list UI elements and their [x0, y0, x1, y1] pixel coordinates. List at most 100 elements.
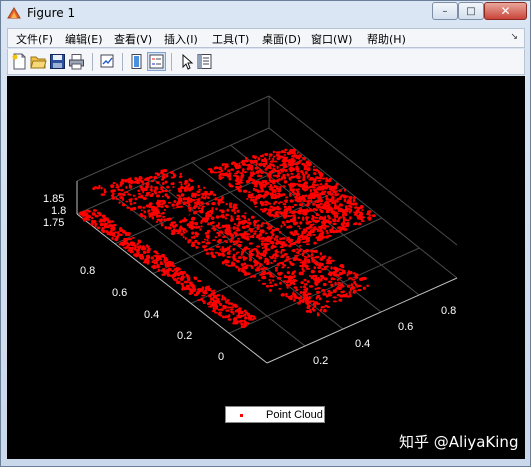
cloud-point	[284, 200, 288, 203]
cloud-point	[221, 164, 225, 167]
cloud-point	[275, 235, 279, 239]
cloud-point	[359, 277, 364, 282]
cloud-point	[191, 243, 195, 247]
cloud-point	[237, 222, 242, 225]
cloud-point	[103, 218, 107, 222]
cloud-point	[237, 256, 242, 260]
x-tick-label: 0.2	[313, 355, 329, 367]
cloud-point	[319, 229, 323, 232]
cloud-point	[135, 253, 140, 257]
cloud-point	[227, 169, 231, 173]
cloud-point	[237, 267, 242, 271]
cloud-point	[283, 154, 287, 156]
cloud-point	[264, 190, 269, 194]
cloud-point	[227, 309, 230, 312]
cloud-point	[269, 281, 272, 284]
cloud-point	[144, 215, 147, 220]
cloud-point	[276, 276, 282, 280]
menu-window[interactable]: 窗口(W)	[311, 31, 352, 47]
title-bar[interactable]: Figure 1 – □ ✕	[1, 1, 530, 26]
legend-icon[interactable]	[147, 52, 166, 71]
cloud-point	[363, 276, 367, 281]
cloud-point	[280, 250, 283, 255]
cloud-point	[328, 217, 332, 220]
cloud-point	[127, 242, 130, 246]
cloud-point	[120, 188, 124, 192]
menu-help[interactable]: 帮助(H)	[367, 31, 406, 47]
cloud-point	[154, 172, 159, 175]
cloud-point	[321, 184, 325, 188]
menu-edit[interactable]: 编辑(E)	[65, 31, 103, 47]
close-button[interactable]: ✕	[484, 2, 527, 20]
menu-tools[interactable]: 工具(T)	[212, 31, 249, 47]
cloud-point	[151, 216, 154, 219]
cloud-point	[366, 210, 371, 214]
save-disk-icon[interactable]	[49, 53, 66, 70]
menu-insert[interactable]: 插入(I)	[164, 31, 198, 47]
plot-area[interactable]: 1.85 1.8 1.75 0.8 0.6 0.4 0.2 0 0.2 0.4 …	[7, 76, 525, 459]
cloud-point	[326, 231, 329, 235]
cloud-point	[215, 301, 218, 304]
cloud-point	[92, 209, 97, 212]
cloud-point	[328, 198, 333, 203]
cloud-point	[183, 280, 189, 284]
cloud-point	[235, 217, 240, 221]
cloud-point	[225, 263, 228, 266]
cloud-point	[309, 161, 312, 164]
cloud-point	[180, 193, 185, 197]
cloud-point	[333, 268, 336, 271]
cloud-point	[118, 233, 123, 237]
cloud-point	[83, 210, 87, 214]
cloud-point	[349, 208, 353, 213]
cloud-point	[136, 242, 139, 246]
cloud-point	[168, 189, 171, 192]
cloud-point	[197, 225, 201, 229]
cloud-point	[156, 252, 160, 255]
menu-desktop[interactable]: 桌面(D)	[262, 31, 301, 47]
cloud-point	[205, 202, 209, 205]
maximize-button[interactable]: □	[458, 2, 484, 20]
cloud-point	[310, 196, 313, 200]
printer-icon[interactable]	[68, 53, 85, 70]
cloud-point	[137, 196, 142, 199]
cloud-point	[221, 236, 226, 238]
cloud-point	[144, 258, 148, 261]
menu-view[interactable]: 查看(V)	[114, 31, 152, 47]
minimize-button[interactable]: –	[432, 2, 458, 20]
y-tick-label: 0.2	[177, 330, 193, 342]
menu-file[interactable]: 文件(F)	[16, 31, 53, 47]
cloud-point	[325, 210, 330, 214]
cloud-point	[296, 182, 299, 186]
cloud-point	[331, 195, 335, 200]
cloud-point	[257, 279, 261, 282]
menu-arrow-icon[interactable]: ↘	[510, 32, 518, 42]
cloud-point	[309, 224, 314, 227]
cloud-point	[333, 300, 337, 303]
cloud-point	[275, 169, 280, 173]
cloud-point	[233, 317, 238, 320]
pointer-arrow-icon[interactable]	[178, 53, 195, 70]
link-plot-icon[interactable]	[99, 53, 116, 70]
legend-box[interactable]: Point Cloud	[225, 406, 325, 423]
cloud-point	[216, 167, 221, 170]
cloud-point	[303, 278, 307, 282]
cloud-point	[295, 165, 299, 169]
cloud-point	[180, 232, 184, 236]
cloud-point	[134, 180, 137, 184]
cloud-point	[279, 185, 282, 190]
cloud-point	[200, 201, 204, 205]
open-folder-icon[interactable]	[30, 53, 47, 70]
cloud-point	[305, 287, 309, 291]
cloud-point	[319, 278, 323, 282]
cloud-point	[206, 196, 210, 199]
cloud-point	[302, 178, 306, 181]
cloud-point	[307, 160, 310, 164]
property-inspector-icon[interactable]	[196, 53, 213, 70]
cloud-point	[236, 320, 239, 324]
cloud-point	[199, 204, 202, 207]
cloud-point	[192, 226, 196, 229]
cloud-point	[233, 211, 237, 215]
colorbar-icon[interactable]	[129, 53, 146, 70]
new-file-icon[interactable]	[11, 53, 28, 70]
cloud-point	[254, 166, 259, 170]
